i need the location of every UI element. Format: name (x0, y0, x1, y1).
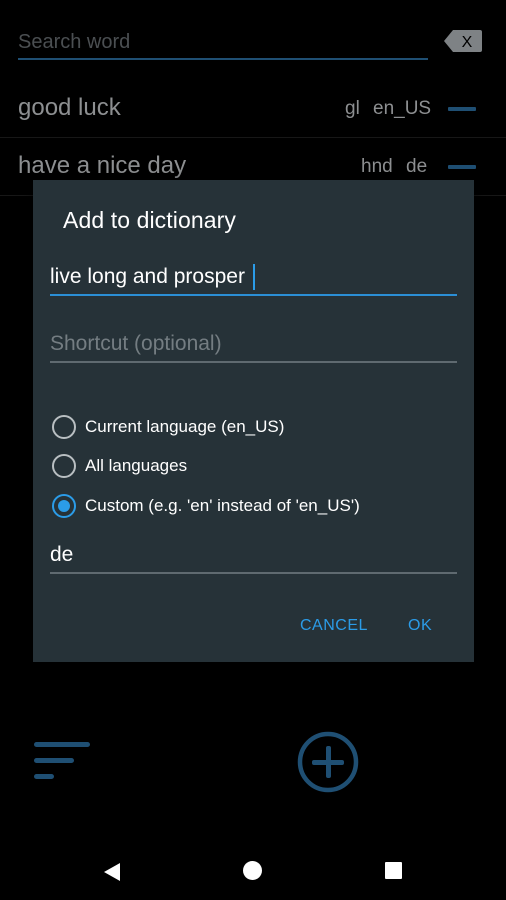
minus-icon[interactable] (448, 107, 476, 111)
svg-text:X: X (462, 34, 473, 51)
clear-search-button[interactable]: X (444, 30, 482, 52)
word-text: good luck (18, 94, 121, 121)
custom-language-field[interactable] (50, 538, 457, 574)
radio-button[interactable] (52, 454, 76, 478)
word-text: have a nice day (18, 152, 187, 179)
recents-square-icon[interactable] (385, 862, 402, 879)
custom-language-underline (50, 572, 457, 574)
search-bar (18, 28, 428, 60)
system-navigation-bar (0, 840, 506, 900)
backspace-x-icon: X (444, 30, 482, 52)
word-language: de (406, 156, 428, 177)
minus-icon[interactable] (448, 165, 476, 169)
word-shortcut: gl (345, 98, 360, 119)
ok-button[interactable]: OK (408, 617, 432, 635)
shortcut-field-underline (50, 361, 457, 363)
add-to-dictionary-dialog: Add to dictionary Current language (en_U… (33, 180, 474, 662)
word-field-underline (50, 294, 457, 296)
search-input[interactable] (18, 28, 428, 56)
text-caret (253, 264, 255, 290)
back-triangle-icon[interactable] (104, 863, 120, 881)
list-item[interactable]: good luck gl en_US (0, 80, 506, 138)
radio-label: Current language (en_US) (85, 417, 285, 436)
radio-label: Custom (e.g. 'en' instead of 'en_US') (85, 496, 360, 515)
radio-button[interactable] (52, 415, 76, 439)
radio-button-selected[interactable] (52, 494, 76, 518)
cancel-button[interactable]: CANCEL (300, 617, 368, 635)
radio-current-language[interactable]: Current language (en_US) (52, 413, 284, 441)
custom-language-input[interactable] (50, 538, 457, 572)
shortcut-field[interactable] (50, 327, 457, 363)
sort-icon (34, 742, 90, 779)
plus-circle-icon (297, 731, 359, 793)
radio-all-languages[interactable]: All languages (52, 452, 187, 480)
home-circle-icon[interactable] (243, 861, 262, 880)
dialog-title: Add to dictionary (63, 207, 237, 233)
add-word-button[interactable] (296, 730, 360, 794)
word-shortcut: hnd (361, 156, 393, 177)
sort-button[interactable] (34, 740, 92, 782)
radio-label: All languages (85, 456, 188, 475)
word-field[interactable] (50, 260, 457, 296)
shortcut-input[interactable] (50, 327, 457, 361)
word-language: en_US (373, 98, 432, 119)
radio-custom-language[interactable]: Custom (e.g. 'en' instead of 'en_US') (52, 492, 360, 520)
